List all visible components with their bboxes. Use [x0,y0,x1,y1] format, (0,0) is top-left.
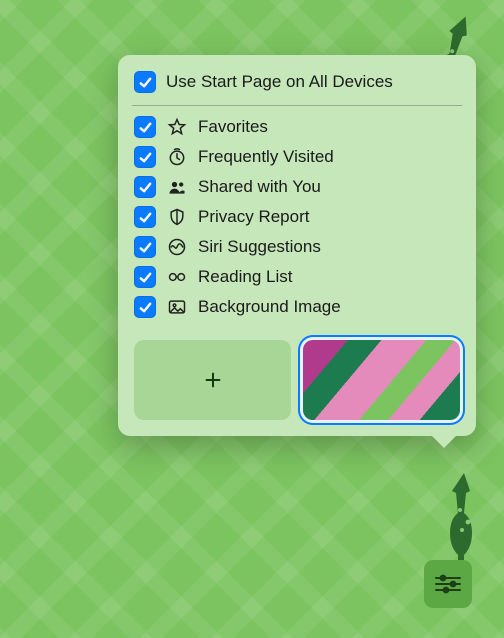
favorites-row[interactable]: Favorites [134,112,460,142]
reading-list-label: Reading List [198,267,293,287]
frequently-visited-label: Frequently Visited [198,147,334,167]
shared-with-you-row[interactable]: Shared with You [134,172,460,202]
divider [132,105,462,106]
checkbox-checked-icon[interactable] [134,236,156,258]
use-start-page-all-devices-label: Use Start Page on All Devices [166,72,393,92]
siri-icon [166,236,188,258]
privacy-report-row[interactable]: Privacy Report [134,202,460,232]
use-start-page-all-devices-row[interactable]: Use Start Page on All Devices [134,67,460,97]
checkbox-checked-icon[interactable] [134,116,156,138]
siri-suggestions-label: Siri Suggestions [198,237,321,257]
frequently-visited-row[interactable]: Frequently Visited [134,142,460,172]
favorites-label: Favorites [198,117,268,137]
checkbox-checked-icon[interactable] [134,296,156,318]
people-icon [166,176,188,198]
current-background-thumbnail[interactable] [303,340,460,420]
star-icon [166,116,188,138]
reading-list-row[interactable]: Reading List [134,262,460,292]
start-page-settings-popover: Use Start Page on All Devices Favorites … [118,55,476,436]
shared-with-you-label: Shared with You [198,177,321,197]
privacy-report-label: Privacy Report [198,207,309,227]
siri-suggestions-row[interactable]: Siri Suggestions [134,232,460,262]
start-page-settings-button[interactable] [424,560,472,608]
background-image-label: Background Image [198,297,341,317]
background-image-row[interactable]: Background Image [134,292,460,322]
checkbox-checked-icon[interactable] [134,146,156,168]
shield-icon [166,206,188,228]
image-icon [166,296,188,318]
checkbox-checked-icon[interactable] [134,176,156,198]
checkbox-checked-icon[interactable] [134,71,156,93]
add-background-button[interactable] [134,340,291,420]
glasses-icon [166,266,188,288]
clock-icon [166,146,188,168]
background-thumbnail-row [118,326,476,422]
checkbox-checked-icon[interactable] [134,206,156,228]
checkbox-checked-icon[interactable] [134,266,156,288]
